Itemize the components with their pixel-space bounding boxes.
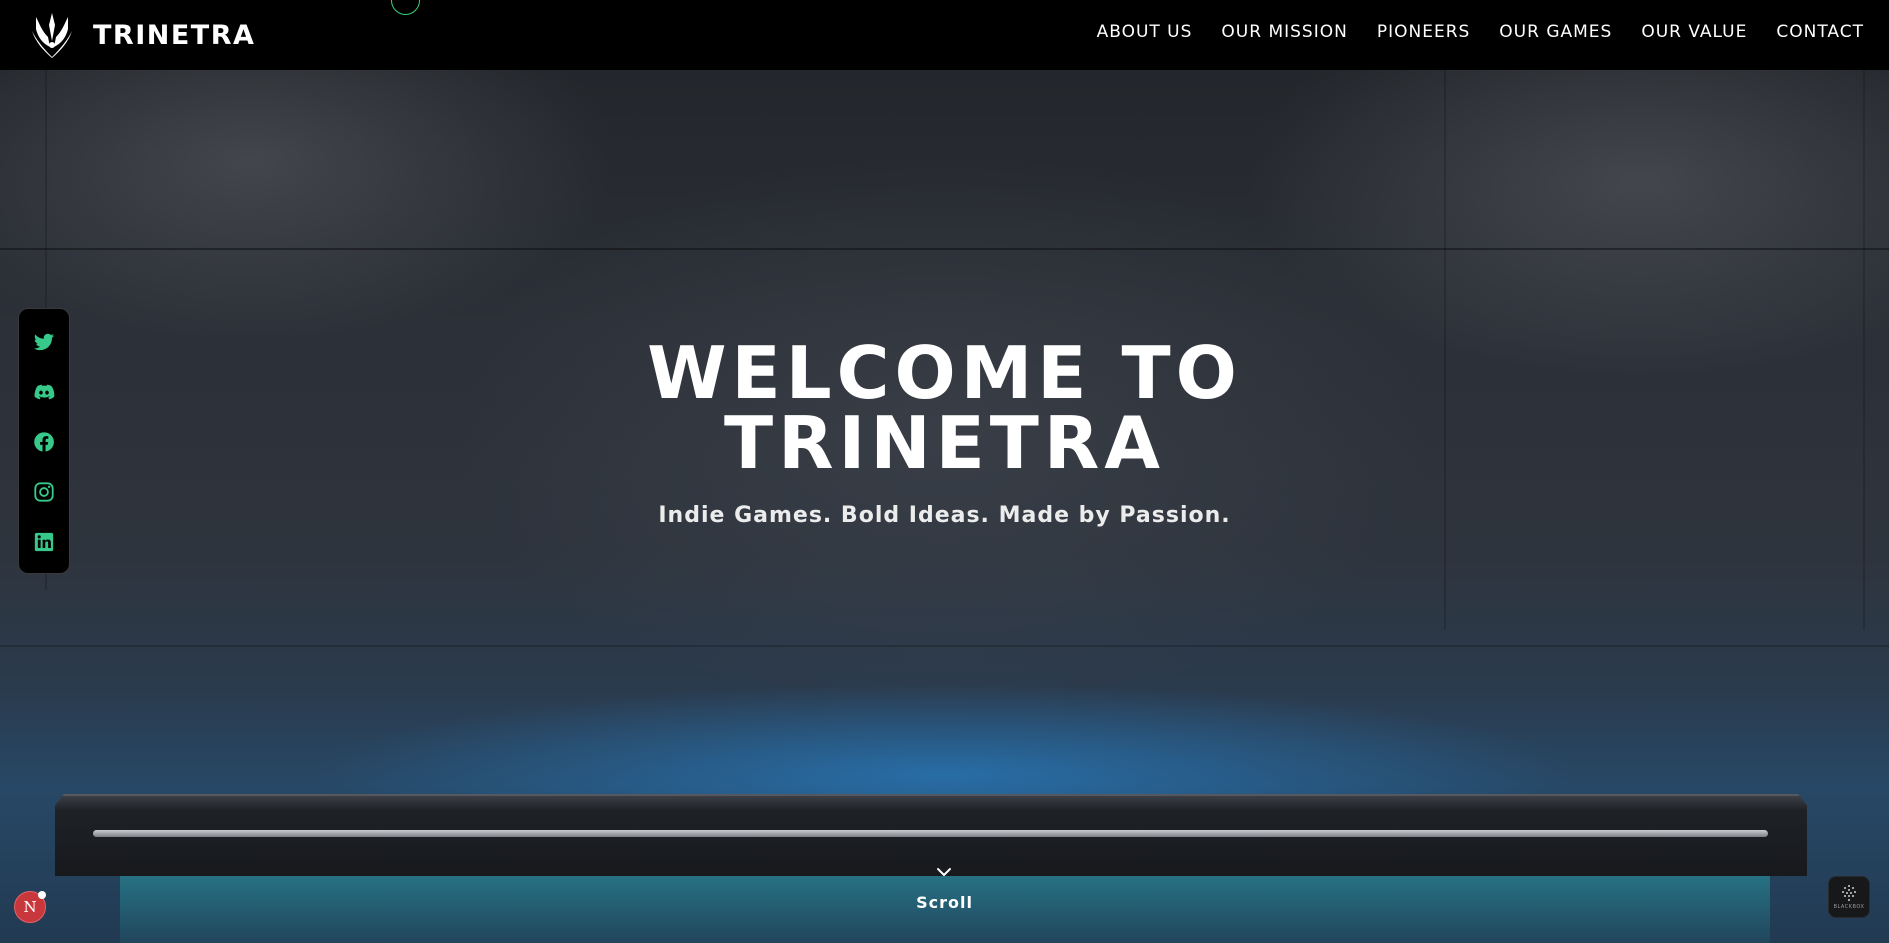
twitter-link[interactable] (33, 331, 55, 353)
wall-seam (0, 248, 1889, 250)
main-nav: ABOUT US OUR MISSION PIONEERS OUR GAMES … (1097, 22, 1864, 42)
n-badge-letter: N (23, 898, 37, 916)
facebook-icon (34, 432, 54, 452)
facebook-link[interactable] (33, 431, 55, 453)
nav-our-value[interactable]: OUR VALUE (1641, 22, 1747, 42)
linkedin-icon (34, 532, 54, 552)
linkedin-link[interactable] (33, 531, 55, 553)
nav-pioneers[interactable]: PIONEERS (1377, 22, 1470, 42)
instagram-icon (34, 482, 54, 502)
brand-logo[interactable]: TRINETRA (30, 11, 254, 59)
blackbox-widget-button[interactable]: BLACKBOX (1828, 876, 1870, 918)
social-sidebar (18, 308, 70, 574)
discord-icon (34, 384, 55, 400)
scroll-indicator[interactable]: Scroll (0, 893, 1889, 912)
chevron-down-icon[interactable] (936, 867, 952, 877)
brand-name: TRINETRA (93, 20, 256, 51)
twitter-icon (33, 333, 55, 351)
blackbox-cube-icon (1842, 885, 1856, 901)
nav-contact[interactable]: CONTACT (1776, 22, 1864, 42)
discord-link[interactable] (33, 381, 55, 403)
scroll-label: Scroll (916, 893, 973, 912)
cursor-ring (391, 0, 420, 15)
hero-subtitle: Indie Games. Bold Ideas. Made by Passion… (658, 503, 1231, 528)
nav-our-games[interactable]: OUR GAMES (1499, 22, 1612, 42)
notification-dot (38, 891, 46, 899)
trident-logo-icon (32, 13, 72, 58)
nav-about-us[interactable]: ABOUT US (1097, 22, 1193, 42)
shelf-light-bar (93, 830, 1768, 837)
nav-our-mission[interactable]: OUR MISSION (1221, 22, 1347, 42)
instagram-link[interactable] (33, 481, 55, 503)
blackbox-label: BLACKBOX (1833, 904, 1865, 910)
hero-title: WELCOME TO TRINETRA (0, 337, 1889, 479)
hero-title-line2: TRINETRA (723, 401, 1166, 485)
top-navbar: TRINETRA ABOUT US OUR MISSION PIONEERS O… (0, 0, 1889, 70)
